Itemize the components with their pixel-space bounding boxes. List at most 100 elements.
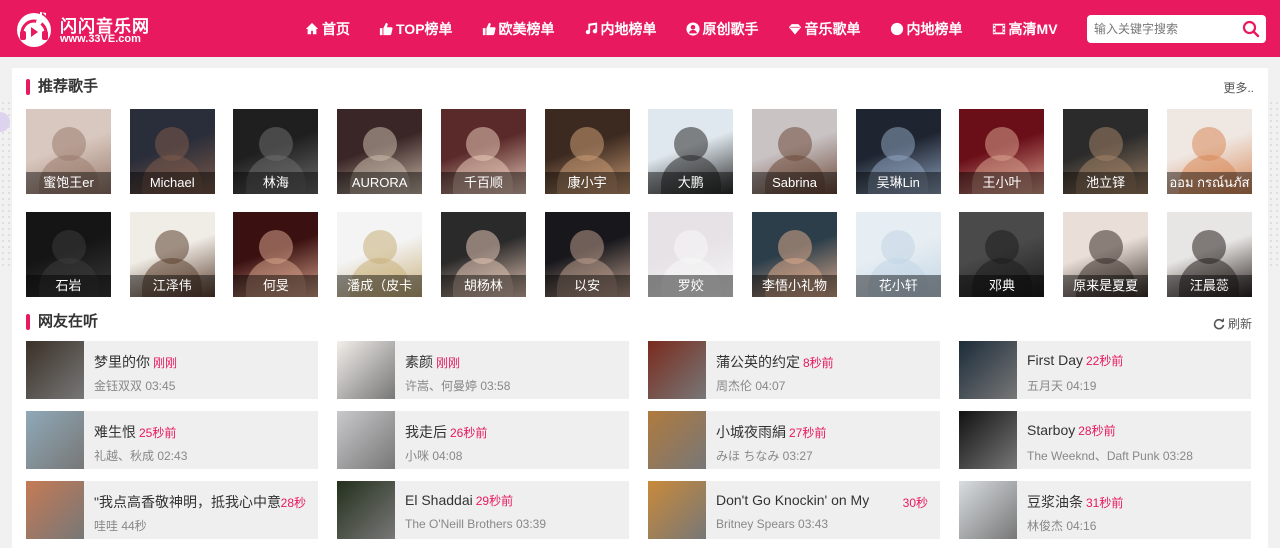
singer-card[interactable]: 汪晨蕊: [1166, 212, 1252, 297]
singer-card[interactable]: 江泽伟: [129, 212, 215, 297]
song-title: El Shaddai: [405, 492, 473, 508]
search-icon[interactable]: [1242, 20, 1260, 38]
singer-card[interactable]: Sabrina: [752, 109, 838, 194]
song-item[interactable]: 我走后 26秒前 小咪 04:08: [337, 411, 629, 469]
song-title: 素颜: [405, 354, 433, 370]
played-ago: 29秒前: [475, 494, 514, 508]
song-title-line: 小城夜雨絹 27秒前: [716, 422, 826, 442]
singer-card[interactable]: 邓典: [959, 212, 1045, 297]
song-item[interactable]: 梦里的你 刚刚 金钰双双 03:45: [26, 341, 318, 399]
singer-card[interactable]: 池立铎: [1063, 109, 1149, 194]
song-item[interactable]: "我点高香敬神明，抵我心中意 28秒 哇哇 44秒: [26, 481, 318, 539]
nav-home-label: 首页: [322, 20, 350, 37]
song-title-line: 素颜 刚刚: [405, 352, 460, 372]
refresh-button[interactable]: 刷新: [1213, 315, 1252, 332]
singer-name: Sabrina: [752, 172, 838, 194]
nav-original-artists-label: 原创歌手: [702, 20, 759, 37]
song-title: 蒲公英的约定: [716, 354, 800, 370]
singer-card[interactable]: 胡杨林: [440, 212, 526, 297]
nav-mainland-chart-2[interactable]: 内地榜单: [890, 19, 963, 39]
singer-card[interactable]: 原来是夏夏: [1063, 212, 1149, 297]
nav-mainland-chart[interactable]: 内地榜单: [584, 19, 657, 39]
singer-name: 千百顺: [440, 172, 526, 194]
singer-card[interactable]: 林海: [233, 109, 319, 194]
song-title: Starboy: [1027, 422, 1076, 438]
singer-card[interactable]: 蜜饱王er: [26, 109, 111, 194]
singer-name: 花小轩: [855, 275, 941, 297]
song-artist-duration: 小咪 04:08: [405, 449, 463, 463]
nav-original-artists[interactable]: 原创歌手: [685, 19, 759, 39]
nav-playlists[interactable]: 音乐歌单: [787, 19, 861, 39]
singer-card[interactable]: 罗姣: [648, 212, 734, 297]
song-item[interactable]: 难生恨 25秒前 礼越、秋成 02:43: [26, 411, 318, 469]
nav-top-chart[interactable]: TOP榜单: [379, 19, 453, 39]
singer-name: 罗姣: [648, 275, 734, 297]
album-cover: [337, 481, 395, 539]
album-cover: [959, 411, 1017, 469]
album-cover: [26, 341, 84, 399]
song-title-line: 梦里的你 刚刚: [94, 352, 177, 372]
song-item[interactable]: First Day 22秒前 五月天 04:19: [959, 341, 1251, 399]
singer-card[interactable]: ออม กรณ์นภัส: [1166, 109, 1252, 194]
album-cover: [337, 341, 395, 399]
singer-card[interactable]: 大鹏: [648, 109, 734, 194]
film-icon: [992, 23, 1005, 34]
nav-hd-mv[interactable]: 高清MV: [992, 19, 1058, 39]
song-item[interactable]: El Shaddai 29秒前 The O'Neill Brothers 03:39: [337, 481, 629, 539]
home-icon: [305, 22, 319, 34]
song-title-line: Don't Go Knockin' on My: [716, 492, 869, 508]
singer-name: 李悟小礼物: [752, 275, 838, 297]
more-link[interactable]: 更多..: [1223, 79, 1254, 96]
played-ago: 30秒: [902, 496, 928, 510]
singer-card[interactable]: 以安: [544, 212, 630, 297]
played-ago: 刚刚: [436, 356, 461, 370]
singer-card[interactable]: 潘成（皮卡: [337, 212, 423, 297]
search-input[interactable]: [1087, 15, 1237, 43]
singer-card[interactable]: 石岩: [26, 212, 111, 297]
song-item[interactable]: Starboy 28秒前 The Weeknd、Daft Punk 03:28: [959, 411, 1251, 469]
song-item[interactable]: 素颜 刚刚 许嵩、何曼婷 03:58: [337, 341, 629, 399]
listening-now-title: 网友在听: [26, 313, 98, 331]
singer-card[interactable]: Michael: [129, 109, 215, 194]
recommended-singers-title: 推荐歌手: [26, 78, 98, 96]
singer-card[interactable]: 康小宇: [544, 109, 630, 194]
singer-name: 以安: [544, 275, 630, 297]
singer-card[interactable]: 吴琳Lin: [855, 109, 941, 194]
nav-home[interactable]: 首页: [305, 19, 350, 39]
song-artist-duration: 哇哇 44秒: [94, 519, 147, 533]
site-logo[interactable]: 闪闪音乐网 www.33VE.com: [14, 9, 184, 49]
singer-name: 原来是夏夏: [1063, 275, 1149, 297]
song-title-line: "我点高香敬神明，抵我心中意: [94, 492, 281, 512]
singer-card[interactable]: 李悟小礼物: [752, 212, 838, 297]
singer-name: 吴琳Lin: [855, 172, 941, 194]
song-item[interactable]: 蒲公英的约定 8秒前 周杰伦 04:07: [648, 341, 940, 399]
main-nav: 首页 TOP榜单 欧美榜单 内地榜单 原创歌手 音乐歌单 内地榜单 高清MV: [305, 0, 1087, 57]
singer-card[interactable]: AURORA: [337, 109, 423, 194]
nav-playlists-label: 音乐歌单: [804, 20, 861, 37]
album-cover: [648, 411, 706, 469]
album-cover: [959, 481, 1017, 539]
singer-card[interactable]: 花小轩: [855, 212, 941, 297]
song-title: First Day: [1027, 352, 1083, 368]
song-item[interactable]: 小城夜雨絹 27秒前 みほ ちなみ 03:27: [648, 411, 940, 469]
singer-name: 汪晨蕊: [1166, 275, 1252, 297]
played-ago: 26秒前: [450, 426, 488, 440]
singer-card[interactable]: 何旻: [233, 212, 319, 297]
song-item[interactable]: 豆浆油条 31秒前 林俊杰 04:16: [959, 481, 1251, 539]
song-title-line: 难生恨 25秒前: [94, 422, 176, 442]
song-item[interactable]: Don't Go Knockin' on My 30秒 Britney Spears…: [648, 481, 940, 539]
nav-western-chart[interactable]: 欧美榜单: [482, 19, 555, 39]
user-icon: [685, 21, 700, 36]
album-cover: [26, 481, 84, 539]
song-title: 梦里的你: [94, 354, 150, 370]
song-artist-duration: The Weeknd、Daft Punk 03:28: [1027, 449, 1193, 463]
singer-name: 何旻: [233, 275, 319, 297]
song-title-line: 豆浆油条 31秒前: [1027, 492, 1123, 512]
circle-icon: [890, 22, 903, 35]
nav-hd-mv-label: 高清MV: [1008, 20, 1058, 37]
album-cover: [26, 411, 84, 469]
song-artist-duration: Britney Spears 03:43: [716, 517, 829, 531]
singer-card[interactable]: 王小叶: [959, 109, 1045, 194]
singer-card[interactable]: 千百顺: [440, 109, 526, 194]
singer-name: 池立铎: [1063, 172, 1149, 194]
